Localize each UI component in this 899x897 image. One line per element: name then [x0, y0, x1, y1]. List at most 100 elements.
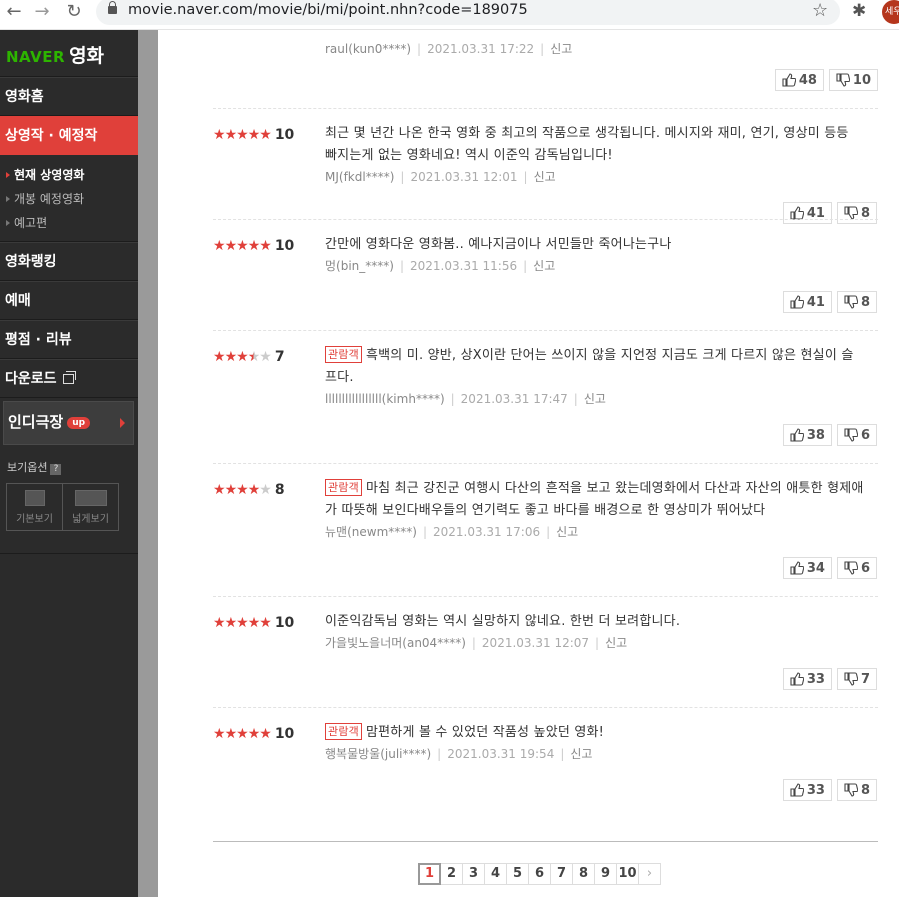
report-link[interactable]: 신고: [534, 170, 556, 184]
sidebar-item-now-showing[interactable]: 상영작 · 예정작: [0, 116, 138, 155]
dislike-count: 6: [860, 427, 870, 443]
arrow-right-icon: [120, 418, 125, 428]
sidebar-subitem-label: 현재 상영영화: [14, 168, 85, 182]
sidebar-item-movie-home[interactable]: 영화홈: [0, 77, 138, 116]
logo-naver[interactable]: NAVER: [6, 48, 65, 66]
review-body: 맘편하게 볼 수 있었던 작품성 높았던 영화!: [365, 725, 605, 740]
sidebar-subitem-trailer[interactable]: 예고편: [6, 211, 138, 235]
url-text[interactable]: movie.naver.com/movie/bi/mi/point.nhn?co…: [128, 2, 528, 18]
dislike-count: 7: [860, 671, 870, 687]
sidebar: NAVER 영화 영화홈 상영작 · 예정작 현재 상영영화 개봉 예정영화 예고…: [0, 30, 138, 897]
review-text: 관람객 흑백의 미. 양반, 상X이란 단어는 쓰이지 않을 지언정 지금도 크게…: [325, 345, 865, 389]
star-icon: ★: [213, 349, 226, 365]
page-3-button[interactable]: 3: [462, 863, 485, 885]
dislike-button[interactable]: 7: [836, 668, 877, 690]
report-link[interactable]: 신고: [584, 392, 606, 406]
page-1-button[interactable]: 1: [418, 863, 441, 885]
review-meta: MJ(fkdl****) | 2021.03.31 12:01 | 신고: [325, 170, 556, 184]
star-icon: ★: [213, 482, 226, 498]
back-icon[interactable]: ←: [2, 2, 26, 22]
review-body: 이준익감독님 영화는 역시 실망하지 않네요. 한번 더 보려합니다.: [325, 614, 681, 629]
page-10-button[interactable]: 10: [616, 863, 639, 885]
report-link[interactable]: 신고: [556, 525, 578, 539]
like-button[interactable]: 34: [782, 557, 832, 579]
review-user[interactable]: MJ(fkdl****): [325, 170, 394, 184]
sidebar-item-download[interactable]: 다운로드: [0, 359, 138, 398]
vote-buttons: 33 7: [782, 668, 877, 690]
like-button[interactable]: 33: [782, 668, 832, 690]
score-number: 10: [274, 238, 295, 254]
review-score: ★★★★★ 10: [213, 235, 294, 254]
wide-view-button[interactable]: 넓게보기: [63, 484, 118, 530]
star-icon: ★: [259, 726, 272, 742]
like-button[interactable]: 33: [782, 779, 832, 801]
sidebar-item-booking[interactable]: 예매: [0, 281, 138, 320]
reload-icon[interactable]: ↻: [62, 2, 86, 22]
side-divider-strip: [138, 30, 158, 897]
bullet-icon: [6, 172, 10, 178]
thumbs-up-icon: [790, 561, 805, 575]
dislike-button[interactable]: 10: [828, 69, 878, 91]
forward-icon[interactable]: →: [30, 2, 54, 22]
sidebar-subitem-upcoming[interactable]: 개봉 예정영화: [6, 187, 138, 211]
review-body: 간만에 영화다운 영화봄.. 예나지금이나 서민들만 죽어나는구나: [325, 237, 672, 252]
review-text: 간만에 영화다운 영화봄.. 예나지금이나 서민들만 죽어나는구나: [325, 234, 865, 256]
indie-theater-banner[interactable]: 인디극장 up: [3, 401, 134, 445]
thumbs-up-icon: [790, 783, 805, 797]
thumbs-down-icon: [844, 561, 859, 575]
like-button[interactable]: 48: [774, 69, 824, 91]
page-5-button[interactable]: 5: [506, 863, 529, 885]
report-link[interactable]: 신고: [533, 259, 555, 273]
star-icon: ★: [259, 238, 272, 254]
thumbs-down-icon: [844, 783, 859, 797]
thumbs-down-icon: [844, 206, 859, 220]
like-button[interactable]: 38: [782, 424, 832, 446]
star-icon: ★: [259, 482, 272, 498]
review-user[interactable]: 가을빛노을너머(an04****): [325, 636, 466, 650]
sidebar-subitem-current[interactable]: 현재 상영영화: [6, 163, 138, 187]
review-user[interactable]: lllllllllllllllll(kimh****): [325, 392, 445, 406]
logo[interactable]: NAVER 영화: [0, 30, 138, 77]
like-count: 48: [798, 72, 817, 88]
address-bar[interactable]: movie.naver.com/movie/bi/mi/point.nhn?co…: [96, 0, 840, 25]
review-user[interactable]: 행복물방울(juli****): [325, 747, 431, 761]
report-link[interactable]: 신고: [570, 747, 592, 761]
dislike-button[interactable]: 8: [836, 291, 877, 313]
review-user[interactable]: 멍(bin_****): [325, 259, 394, 273]
next-page-icon[interactable]: ›: [638, 863, 661, 885]
page-8-button[interactable]: 8: [572, 863, 595, 885]
dislike-button[interactable]: 6: [836, 557, 877, 579]
page-9-button[interactable]: 9: [594, 863, 617, 885]
sidebar-item-reviews[interactable]: 평점 · 리뷰: [0, 320, 138, 359]
review-date: 2021.03.31 12:01: [410, 170, 518, 184]
score-number: 8: [274, 482, 285, 498]
page-4-button[interactable]: 4: [484, 863, 507, 885]
star-icon: ★: [213, 726, 226, 742]
bookmark-star-icon[interactable]: ☆: [812, 0, 828, 21]
review-meta: 멍(bin_****) | 2021.03.31 11:56 | 신고: [325, 259, 556, 273]
like-button[interactable]: 41: [782, 291, 832, 313]
audience-badge: 관람객: [325, 723, 362, 740]
review-user[interactable]: 뉴맨(newm****): [325, 525, 417, 539]
review-score: ★★★★★ 7: [213, 346, 285, 365]
page-7-button[interactable]: 7: [550, 863, 573, 885]
logo-movie[interactable]: 영화: [69, 45, 104, 67]
sidebar-item-ranking[interactable]: 영화랭킹: [0, 242, 138, 281]
sidebar-submenu: 현재 상영영화 개봉 예정영화 예고편: [0, 155, 138, 242]
basic-view-button[interactable]: 기본보기: [7, 484, 63, 530]
review-meta: 뉴맨(newm****) | 2021.03.31 17:06 | 신고: [325, 525, 579, 539]
divider: [0, 553, 138, 554]
review-body: 마침 최근 강진군 여행시 다산의 흔적을 보고 왔는데영화에서 다산과 자산의…: [325, 481, 864, 518]
dislike-button[interactable]: 6: [836, 424, 877, 446]
report-link[interactable]: 신고: [550, 42, 572, 56]
score-number: 10: [274, 127, 295, 143]
extensions-icon[interactable]: ✱: [852, 1, 866, 21]
dislike-button[interactable]: 8: [836, 779, 877, 801]
page-2-button[interactable]: 2: [440, 863, 463, 885]
help-icon[interactable]: ?: [50, 464, 62, 475]
page-6-button[interactable]: 6: [528, 863, 551, 885]
star-icon: ★: [236, 238, 249, 254]
report-link[interactable]: 신고: [605, 636, 627, 650]
review-user[interactable]: raul(kun0****): [325, 42, 411, 56]
profile-avatar[interactable]: 세우: [882, 0, 899, 24]
